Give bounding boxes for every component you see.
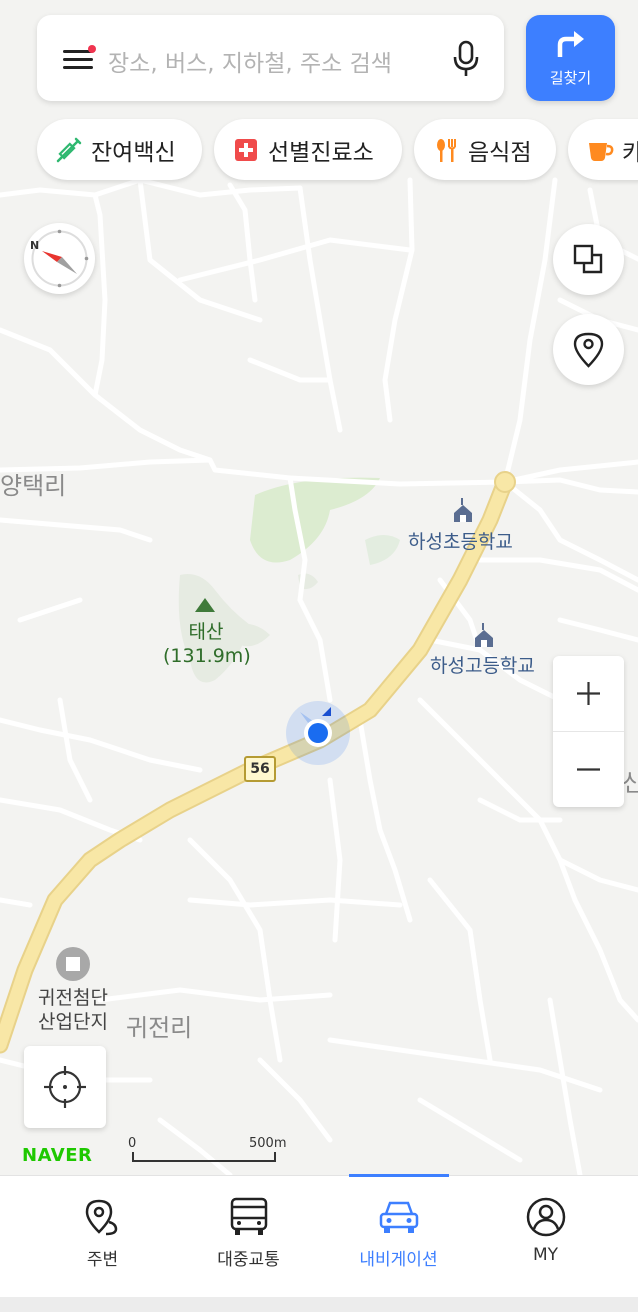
mountain-name: 태산 — [188, 621, 224, 643]
svg-text:N: N — [30, 239, 39, 252]
zoom-out-button[interactable] — [553, 732, 624, 807]
active-tab-indicator — [349, 1174, 449, 1177]
zoom-control — [553, 656, 624, 807]
bus-icon — [230, 1197, 268, 1235]
compass-icon: N — [30, 229, 89, 288]
tab-label: MY — [532, 1245, 559, 1265]
current-location-marker — [286, 701, 350, 765]
village-label: 귀전리 — [126, 1014, 193, 1042]
map-view[interactable]: 양택리 귀전리 신 하성초등학교 하성고등학교 태산 (131.9m) 귀전첨단… — [0, 0, 638, 1175]
saved-places-button[interactable] — [553, 314, 624, 385]
menu-icon[interactable] — [63, 45, 97, 71]
scale-line — [132, 1152, 276, 1162]
industrial-complex-label[interactable]: 귀전첨단 산업단지 — [30, 986, 116, 1034]
chip-restaurants[interactable]: 음식점 — [414, 119, 556, 180]
chip-label: 잔여백신 — [91, 139, 176, 166]
nearby-pin-icon — [85, 1199, 118, 1236]
chip-screening-clinic[interactable]: 선별진료소 — [214, 119, 402, 180]
school-label[interactable]: 하성고등학교 — [430, 651, 535, 678]
coffee-cup-icon — [589, 142, 614, 161]
village-label: 신 — [622, 769, 638, 797]
school-icon — [475, 623, 493, 647]
location-pin-icon — [573, 332, 604, 368]
village-label: 양택리 — [0, 472, 67, 500]
chip-cafe[interactable]: 카 — [568, 119, 638, 180]
tab-label: 주변 — [86, 1250, 119, 1270]
road-end — [494, 471, 516, 493]
directions-button[interactable]: 길찾기 — [526, 15, 615, 101]
turn-right-arrow-icon — [557, 31, 584, 57]
tab-nearby[interactable]: 주변 — [23, 1176, 182, 1298]
tab-navigation[interactable]: 내비게이션 — [319, 1176, 478, 1298]
layers-button[interactable] — [553, 224, 624, 295]
scale-end: 500m — [249, 1136, 287, 1151]
tab-label: 대중교통 — [217, 1250, 280, 1270]
industrial-label-line2: 산업단지 — [38, 1011, 108, 1033]
scale-bar: 0 500m — [128, 1134, 288, 1164]
zoom-in-button[interactable] — [553, 656, 624, 732]
green-patch — [365, 535, 400, 565]
syringe-icon — [56, 137, 82, 162]
fork-knife-icon — [437, 138, 456, 162]
search-bar[interactable]: 장소, 버스, 지하철, 주소 검색 — [37, 15, 504, 101]
bottom-tab-bar: 주변 대중교통 내비게이션 MY — [0, 1175, 638, 1298]
tab-transit[interactable]: 대중교통 — [169, 1176, 328, 1298]
naver-logo: NAVER — [22, 1145, 93, 1166]
directions-label: 길찾기 — [549, 69, 592, 87]
mountain-elevation: (131.9m) — [163, 645, 251, 667]
chip-label: 음식점 — [468, 139, 532, 166]
tab-my[interactable]: MY — [466, 1176, 625, 1298]
industrial-label-line1: 귀전첨단 — [38, 987, 108, 1009]
medical-cross-icon — [235, 138, 257, 161]
minus-icon — [577, 768, 600, 771]
tab-label: 내비게이션 — [359, 1250, 438, 1270]
microphone-icon[interactable] — [449, 39, 483, 79]
car-icon — [379, 1201, 419, 1233]
park-area — [250, 477, 380, 563]
scale-start: 0 — [128, 1136, 137, 1151]
chip-label: 카 — [622, 139, 638, 166]
industrial-complex-icon — [56, 947, 90, 981]
chip-vaccine[interactable]: 잔여백신 — [37, 119, 202, 180]
school-icon — [454, 498, 472, 522]
crosshair-icon — [44, 1066, 86, 1108]
layers-icon — [573, 244, 603, 274]
search-input[interactable]: 장소, 버스, 지하철, 주소 검색 — [108, 44, 392, 78]
school-label[interactable]: 하성초등학교 — [408, 527, 513, 554]
current-location-button[interactable] — [24, 1046, 106, 1128]
compass-button[interactable]: N — [24, 223, 95, 294]
profile-icon — [526, 1197, 566, 1237]
mountain-label[interactable]: 태산 (131.9m) — [163, 620, 251, 668]
plus-icon — [577, 682, 600, 705]
system-nav-area — [0, 1297, 638, 1312]
road-number-shield: 56 — [244, 756, 276, 782]
chip-label: 선별진료소 — [268, 139, 374, 166]
